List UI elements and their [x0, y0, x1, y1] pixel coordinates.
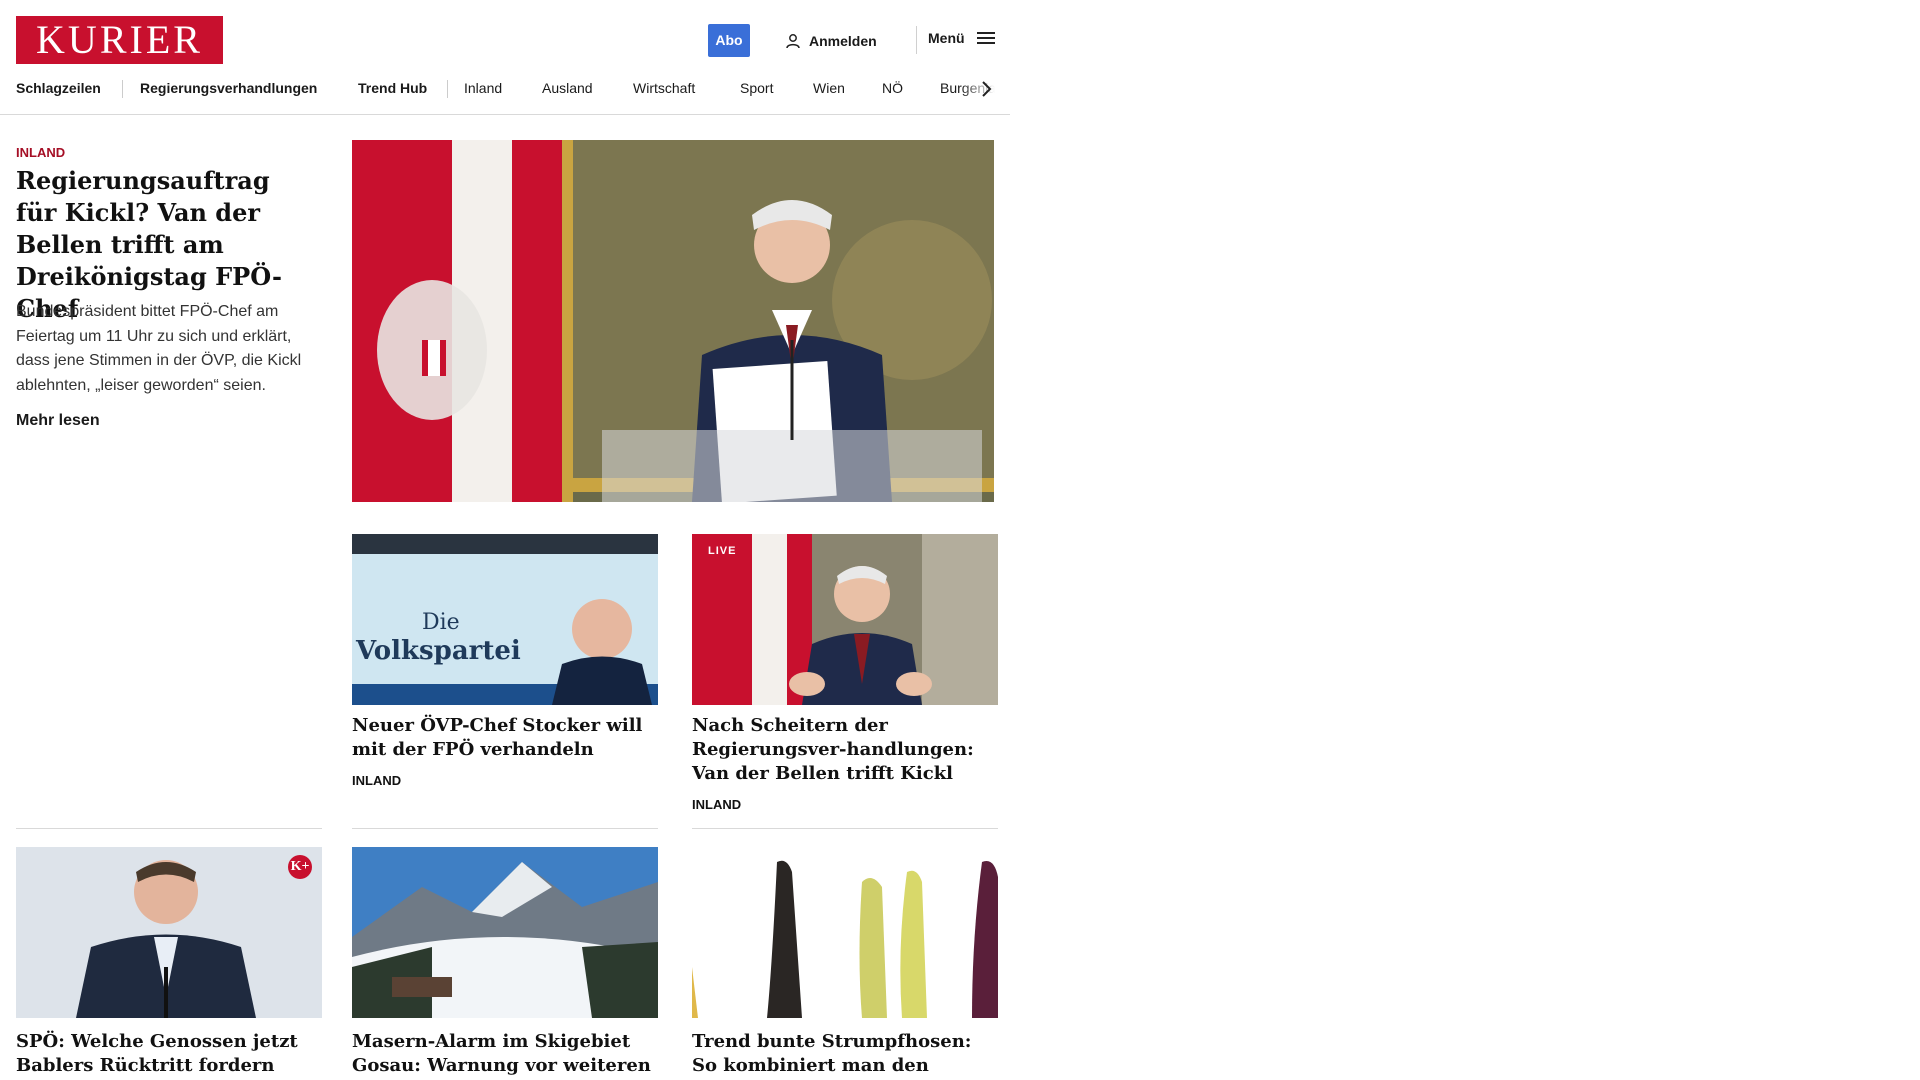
nav-item-noe[interactable]: NÖ: [882, 80, 903, 96]
divider: [16, 828, 322, 829]
card-photo: [352, 847, 658, 1018]
card-photo: [16, 847, 322, 1018]
nav-item-wirtschaft[interactable]: Wirtschaft: [633, 80, 695, 96]
chevron-right-icon[interactable]: [975, 78, 997, 100]
nav-item-trend-hub[interactable]: Trend Hub: [358, 80, 427, 96]
card-image-strumpfhosen[interactable]: [692, 847, 998, 1018]
lead-teaser: Bundespräsident bittet FPÖ-Chef am Feier…: [16, 303, 302, 394]
menu-label: Menü: [928, 30, 965, 46]
card-image-vdb-live[interactable]: LIVE: [692, 534, 998, 705]
hamburger-icon: [976, 32, 995, 44]
card-image-gosau[interactable]: [352, 847, 658, 1018]
card-photo: [692, 847, 998, 1018]
card-headline[interactable]: Neuer ÖVP-Chef Stocker will mit der FPÖ …: [352, 714, 658, 762]
card-headline[interactable]: Trend bunte Strumpfhosen: So kombiniert …: [692, 1030, 998, 1080]
nav-item-wien[interactable]: Wien: [813, 80, 845, 96]
card-image-spoe[interactable]: K+: [16, 847, 322, 1018]
card-photo: Die Volkspartei: [352, 534, 658, 705]
user-icon: [786, 34, 800, 49]
card-headline[interactable]: Nach Scheitern der Regierungsver-handlun…: [692, 714, 998, 786]
nav-item-sport[interactable]: Sport: [740, 80, 773, 96]
nav-item-inland[interactable]: Inland: [464, 80, 502, 96]
divider: [692, 828, 998, 829]
live-badge: LIVE: [700, 542, 745, 560]
nav-item-ausland[interactable]: Ausland: [542, 80, 593, 96]
nav-item-schlagzeilen[interactable]: Schlagzeilen: [16, 80, 101, 96]
image-text-die: Die: [422, 610, 460, 635]
nav-divider: [122, 80, 123, 98]
lead-photo: [352, 140, 994, 502]
kplus-badge: K+: [288, 855, 312, 879]
login-button[interactable]: Anmelden: [785, 30, 877, 52]
site-header: KURIER Abo Anmelden Menü Schlagzeilen Re…: [0, 0, 1010, 115]
abo-button[interactable]: Abo: [708, 24, 750, 57]
kurier-logo[interactable]: KURIER: [16, 16, 223, 64]
read-more-link[interactable]: Mehr lesen: [16, 412, 100, 430]
divider: [352, 828, 658, 829]
card-headline[interactable]: Masern-Alarm im Skigebiet Gosau: Warnung…: [352, 1030, 658, 1080]
header-divider: [916, 26, 917, 54]
card-kicker: INLAND: [692, 797, 742, 812]
card-kicker: INLAND: [352, 773, 402, 788]
menu-button[interactable]: Menü: [928, 30, 995, 46]
lead-kicker: INLAND: [16, 145, 66, 160]
image-text-volkspartei: Volkspartei: [355, 636, 521, 666]
card-headline[interactable]: SPÖ: Welche Genossen jetzt Bablers Rückt…: [16, 1030, 322, 1078]
main-navigation: Schlagzeilen Regierungsverhandlungen Tre…: [0, 72, 1010, 106]
nav-divider: [447, 80, 448, 98]
lead-image[interactable]: [352, 140, 994, 502]
nav-item-regierungsverhandlungen[interactable]: Regierungsverhandlungen: [140, 80, 317, 96]
card-image-oevp[interactable]: Die Volkspartei: [352, 534, 658, 705]
login-label: Anmelden: [809, 33, 877, 49]
